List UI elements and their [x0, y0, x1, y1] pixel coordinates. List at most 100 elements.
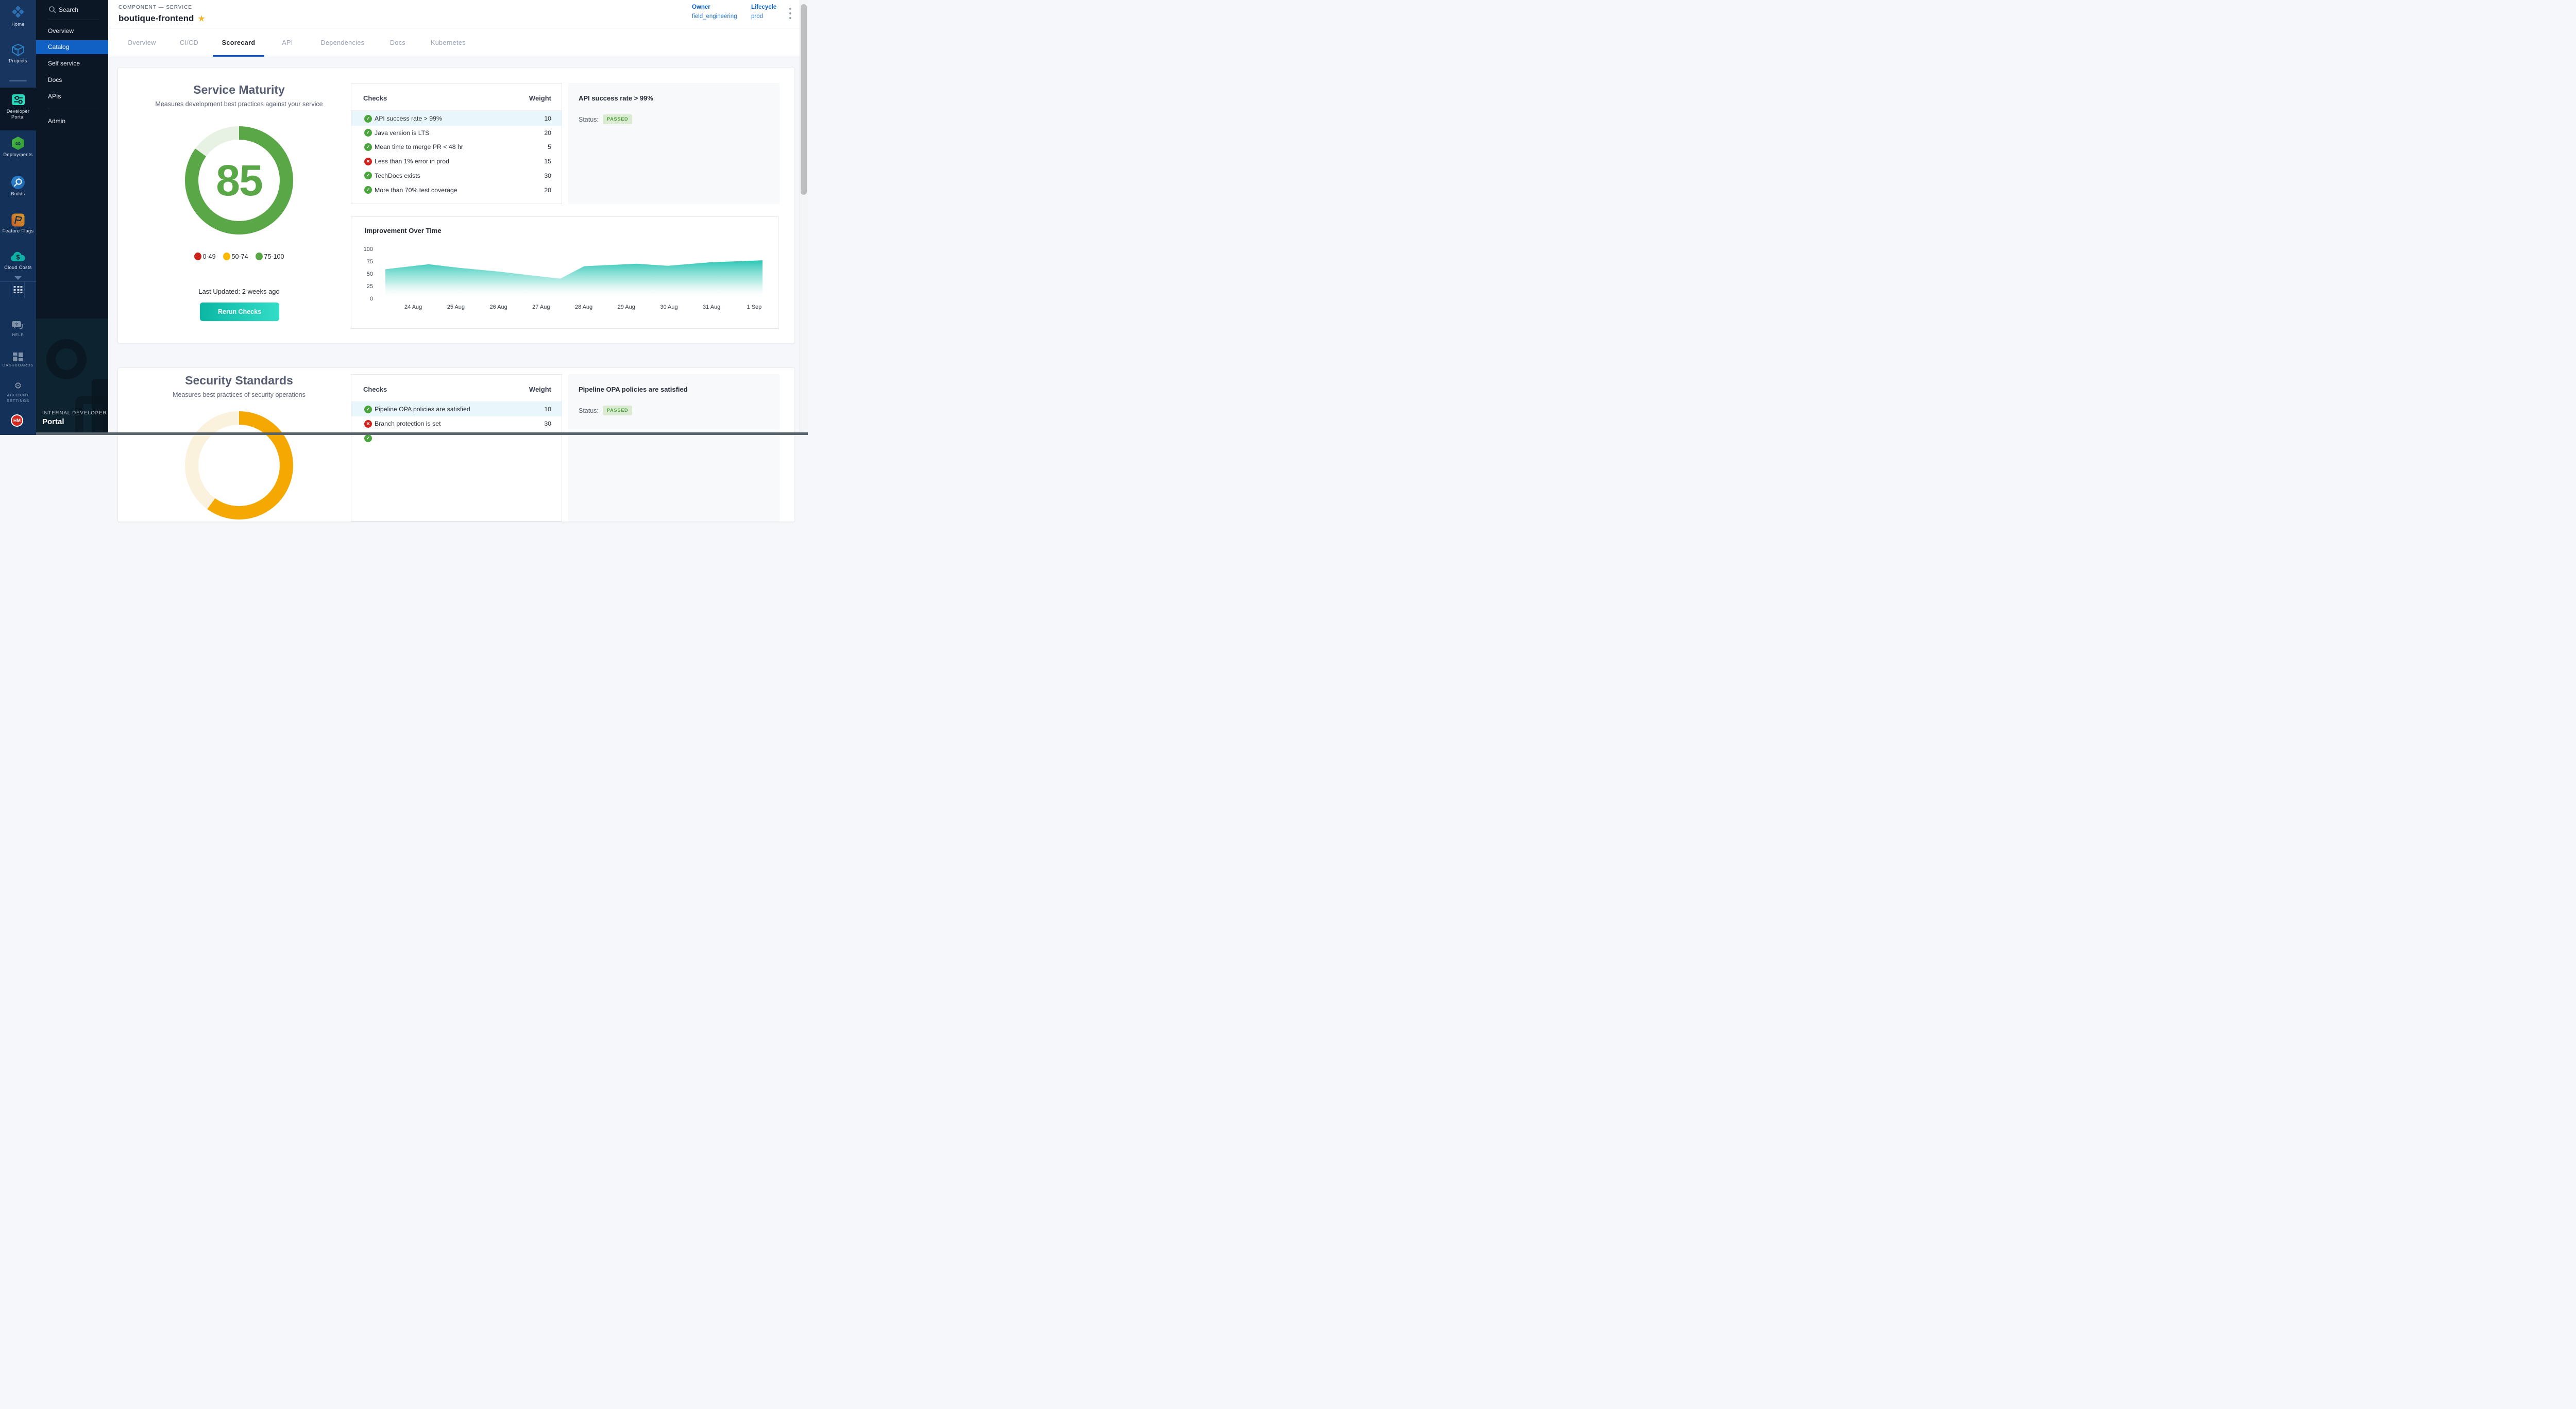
check-status-icon [364, 434, 372, 442]
gear-icon[interactable]: ⚙ [0, 381, 36, 391]
sidebar-item-overview[interactable]: Overview [36, 24, 108, 38]
developer-portal-icon[interactable] [0, 93, 36, 109]
kebab-menu-icon[interactable]: ••• [787, 7, 793, 21]
maturity-score-donut: 85 [185, 126, 293, 234]
sidebar-item-dashboards[interactable]: DASHBOARDS [0, 362, 36, 368]
maturity-score: 85 [216, 156, 262, 206]
tab-cicd[interactable]: CI/CD [180, 28, 198, 57]
table-row[interactable]: API success rate > 99%10 [351, 111, 562, 126]
y-axis-label: 25 [351, 283, 373, 290]
sidebar-item-cloud-costs[interactable]: Cloud Costs [0, 265, 36, 271]
scrollbar-thumb[interactable] [801, 4, 807, 195]
y-axis-label: 100 [351, 246, 373, 253]
y-axis-label: 0 [351, 296, 373, 302]
sidebar-item-self-service[interactable]: Self service [36, 57, 108, 71]
star-icon[interactable]: ★ [198, 14, 205, 23]
builds-icon[interactable] [0, 175, 36, 192]
maturity-checks-table: Checks Weight API success rate > 99%10 J… [351, 83, 562, 204]
checks-table-header: Checks Weight [351, 83, 562, 111]
scorecard-subtitle: Measures development best practices agai… [136, 100, 342, 108]
score-legend: 0-49 50-74 75-100 [136, 253, 342, 260]
scrollbar[interactable] [800, 0, 808, 435]
tab-scorecard[interactable]: Scorecard [222, 28, 256, 57]
sidebar-item-admin[interactable]: Admin [36, 114, 108, 128]
service-maturity-card: Service Maturity Measures development be… [117, 67, 795, 344]
table-row[interactable]: Mean time to merge PR < 48 hr5 [351, 140, 562, 154]
sidebar-footer: INTERNAL DEVELOPER Portal [36, 318, 108, 435]
scorecard-title: Service Maturity [162, 83, 316, 97]
improvement-chart-panel: Improvement Over Time 1007550250 24 Aug2… [351, 216, 778, 329]
last-updated-text: Last Updated: 2 weeks ago [136, 288, 342, 295]
breadcrumb: COMPONENT — SERVICE [118, 5, 192, 10]
svg-text:∞: ∞ [15, 139, 21, 148]
y-axis-label: 75 [351, 259, 373, 265]
table-row[interactable]: Branch protection is set30 [351, 416, 562, 431]
tab-overview[interactable]: Overview [127, 28, 156, 57]
lifecycle-meta: Lifecycle prod [751, 4, 776, 20]
sidebar-item-home[interactable]: Home [0, 22, 36, 27]
entity-tabbar: Overview CI/CD Scorecard API Dependencie… [108, 28, 808, 57]
module-grid-icon[interactable] [14, 286, 23, 293]
table-row[interactable]: Java version is LTS20 [351, 126, 562, 140]
rerun-checks-button[interactable]: Rerun Checks [200, 303, 279, 321]
x-axis-label: 27 Aug [532, 304, 550, 310]
x-axis-label: 28 Aug [575, 304, 592, 310]
entity-header: COMPONENT — SERVICE boutique-frontend★ O… [108, 0, 808, 28]
sidebar-item-apis[interactable]: APIs [36, 90, 108, 104]
deployments-pipeline-icon[interactable]: ∞ [0, 136, 36, 153]
sidebar-item-projects[interactable]: Projects [0, 58, 36, 64]
sidebar-item-developer-portal[interactable]: Developer Portal [0, 109, 36, 120]
sidebar-item-docs[interactable]: Docs [36, 73, 108, 87]
portal-title: Portal [42, 417, 64, 426]
table-row[interactable]: Less than 1% error in prod15 [351, 154, 562, 169]
sidebar-item-builds[interactable]: Builds [0, 191, 36, 197]
lifecycle-value: prod [751, 13, 776, 20]
table-row[interactable]: More than 70% test coverage20 [351, 183, 562, 197]
svg-text:$: $ [16, 254, 20, 261]
owner-value[interactable]: field_engineering [692, 13, 737, 20]
check-detail-title: API success rate > 99% [579, 94, 653, 102]
legend-dot-green [256, 253, 263, 260]
home-icon[interactable] [0, 5, 36, 22]
legend-item: 75-100 [256, 253, 284, 260]
x-axis-label: 26 Aug [489, 304, 507, 310]
check-detail-status: Status:PASSED [579, 114, 632, 124]
sidebar-item-deployments[interactable]: Deployments [0, 152, 36, 158]
svg-text:?: ? [15, 322, 18, 327]
tab-docs[interactable]: Docs [390, 28, 405, 57]
avatar[interactable]: HM [11, 414, 23, 427]
check-status-icon [364, 129, 372, 137]
table-row[interactable]: Pipeline OPA policies are satisfied10 [351, 402, 562, 416]
check-status-icon [364, 186, 372, 194]
tab-api[interactable]: API [282, 28, 293, 57]
decorative-bar [92, 379, 108, 435]
legend-dot-amber [223, 253, 230, 260]
page-title: boutique-frontend★ [118, 13, 205, 24]
sidebar-item-catalog[interactable]: Catalog [36, 40, 108, 54]
area-chart [385, 249, 762, 299]
projects-cube-icon[interactable] [0, 43, 36, 59]
feature-flags-icon[interactable] [0, 213, 36, 230]
sidebar-item-help[interactable]: HELP [0, 332, 36, 338]
check-detail-status: Status:PASSED [579, 406, 632, 415]
x-axis-label: 31 Aug [703, 304, 720, 310]
cloud-costs-icon[interactable]: $ [0, 251, 36, 265]
x-axis-label: 30 Aug [660, 304, 677, 310]
lifecycle-label: Lifecycle [751, 4, 776, 10]
security-standards-card: Security Standards Measures best practic… [117, 367, 795, 522]
active-tab-underline [213, 55, 264, 57]
check-status-icon [364, 172, 372, 179]
portal-sidebar: Search Overview Catalog Self service Doc… [36, 0, 108, 435]
rail-divider [9, 80, 27, 81]
table-row[interactable]: TechDocs exists30 [351, 169, 562, 183]
check-status-icon [364, 143, 372, 151]
tab-dependencies[interactable]: Dependencies [321, 28, 365, 57]
sidebar-item-feature-flags[interactable]: Feature Flags [0, 228, 36, 234]
scorecard-title: Security Standards [162, 374, 316, 388]
y-axis-label: 50 [351, 271, 373, 277]
search-input[interactable]: Search [36, 4, 108, 16]
tab-kubernetes[interactable]: Kubernetes [431, 28, 466, 57]
x-axis-label: 1 Sep [747, 304, 762, 310]
sidebar-item-account-settings[interactable]: ACCOUNT SETTINGS [0, 392, 36, 404]
check-detail-panel: Pipeline OPA policies are satisfied Stat… [568, 374, 779, 522]
